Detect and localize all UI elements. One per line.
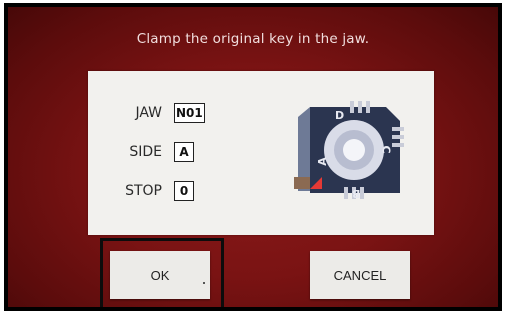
display-area: Clamp the original key in the jaw. JAW N… (8, 7, 498, 307)
instruction-text: Clamp the original key in the jaw. (136, 31, 370, 47)
jaw-row: JAW N01 (106, 102, 205, 124)
side-row: SIDE A (106, 141, 194, 163)
cancel-button[interactable]: CANCEL (310, 251, 410, 299)
side-label: SIDE (129, 144, 162, 160)
screen-speck (203, 282, 205, 284)
device-screen: Clamp the original key in the jaw. JAW N… (4, 3, 502, 311)
settings-panel: JAW N01 SIDE A STOP 0 D C B A (88, 71, 434, 235)
side-b-label: B (352, 187, 361, 200)
side-value: A (174, 142, 194, 162)
jaw-value: N01 (174, 103, 205, 123)
jaw-label: JAW (135, 105, 162, 121)
side-a-label: A (315, 157, 329, 166)
side-d-label: D (335, 109, 345, 122)
stop-label: STOP (125, 183, 162, 199)
stop-row: STOP 0 (106, 180, 194, 202)
ok-button[interactable]: OK (110, 251, 210, 299)
side-c-label: C (379, 145, 393, 154)
stop-value: 0 (174, 181, 194, 201)
